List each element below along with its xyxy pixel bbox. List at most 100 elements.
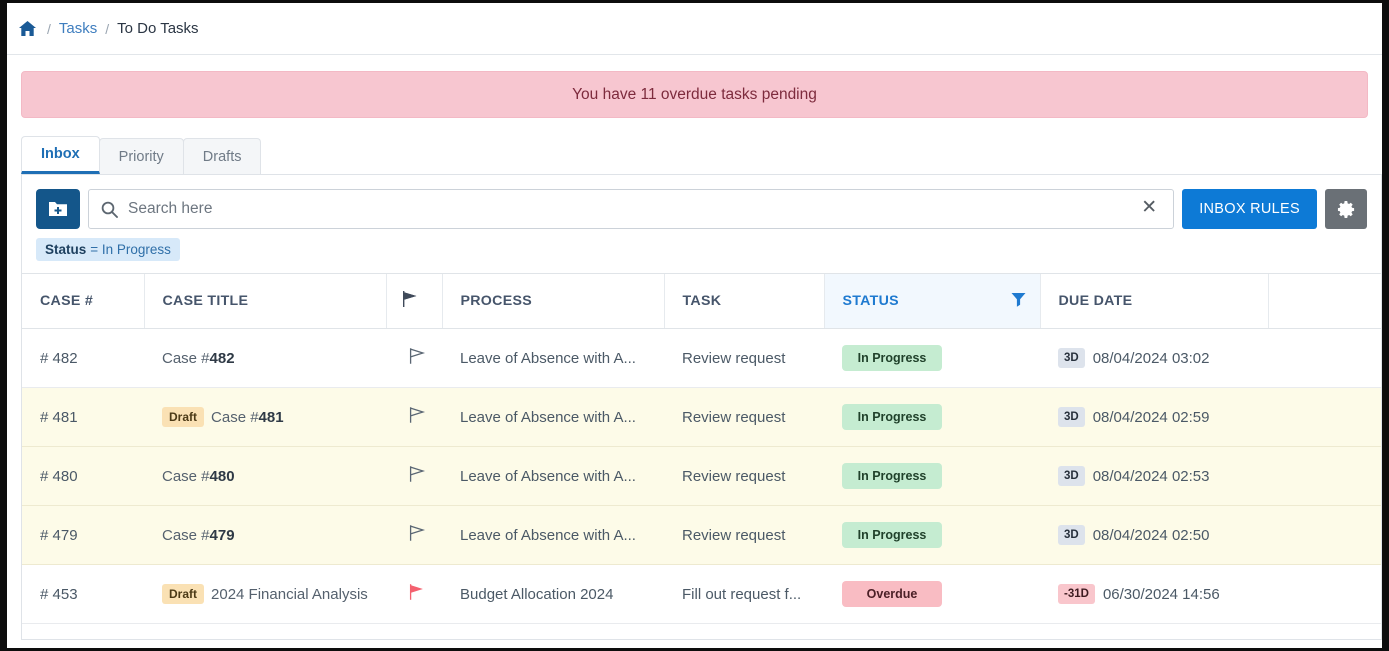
- status-badge: In Progress: [842, 463, 942, 489]
- flag-filled-icon[interactable]: [408, 584, 427, 605]
- draft-badge: Draft: [162, 584, 205, 604]
- table-row[interactable]: # 451Draft2024 Financial Analysis Budget …: [22, 623, 1381, 639]
- cell-status: Overdue: [824, 564, 1040, 624]
- due-date-text: 08/04/2024 03:02: [1092, 350, 1210, 367]
- overdue-alert-banner: You have 11 overdue tasks pending: [21, 71, 1368, 118]
- cell-due-date: 3D 08/04/2024 02:53: [1040, 446, 1268, 506]
- status-badge: In Progress: [842, 404, 942, 430]
- folder-plus-icon[interactable]: [36, 189, 80, 229]
- cell-case-num: # 480: [22, 446, 144, 506]
- cell-case-title: Draft2024 Financial Analysis: [144, 623, 386, 639]
- flag-outline-icon[interactable]: [408, 348, 427, 369]
- column-header-flag[interactable]: [385, 273, 442, 329]
- page-content: / Tasks / To Do Tasks You have 11 overdu…: [7, 3, 1382, 648]
- tab-priority-label: Priority: [118, 148, 164, 165]
- column-header-status-label: STATUS: [842, 293, 899, 309]
- due-date-text: 06/30/2024 14:56: [1102, 586, 1220, 603]
- column-header-due-date[interactable]: DUE DATE: [1039, 273, 1268, 329]
- days-remaining-badge: 3D: [1058, 525, 1085, 545]
- cell-case-num: # 482: [22, 328, 144, 388]
- tab-inbox-label: Inbox: [41, 146, 80, 162]
- table-row[interactable]: # 481 Draft Case #481 Leave of Absence with…: [22, 387, 1381, 447]
- active-filters: Status = In Progress: [22, 229, 1381, 261]
- column-header-case-num[interactable]: CASE #: [22, 273, 144, 329]
- cell-flag[interactable]: [386, 505, 442, 565]
- flag-outline-icon[interactable]: [408, 407, 427, 428]
- filter-chip-field: Status: [45, 242, 87, 257]
- column-header-actions: [1267, 273, 1381, 329]
- home-icon[interactable]: [19, 21, 36, 36]
- search-input[interactable]: [128, 200, 1138, 218]
- cell-case-title: Draft Case #481: [144, 387, 386, 447]
- cell-flag[interactable]: [386, 446, 442, 506]
- cell-task: Review request: [664, 387, 824, 447]
- table-row[interactable]: # 479 Case #479 Leave of Absence with A...…: [22, 505, 1381, 565]
- cell-task: Review request: [664, 328, 824, 388]
- table-row[interactable]: # 480 Case #480 Leave of Absence with A...…: [22, 446, 1381, 506]
- table-row[interactable]: # 453 Draft 2024 Financial Analysis Budget …: [22, 564, 1381, 624]
- cell-due-date: -31D06/30/2024 14:55: [1040, 623, 1268, 639]
- cell-case-num: # 481: [22, 387, 144, 447]
- flag-icon: [401, 291, 420, 312]
- cell-case-title: Case #480: [144, 446, 386, 506]
- tab-inbox[interactable]: Inbox: [21, 136, 100, 174]
- cell-case-num: # 453: [22, 564, 144, 624]
- table-header-row: CASE # CASE TITLE PROCESS TASK STATUS DU…: [22, 273, 1381, 329]
- app-window: / Tasks / To Do Tasks You have 11 overdu…: [0, 0, 1389, 651]
- cell-case-title: Case #482: [144, 328, 386, 388]
- tab-drafts[interactable]: Drafts: [182, 138, 262, 174]
- cell-case-title: Case #479: [144, 505, 386, 565]
- due-date-text: 08/04/2024 02:53: [1092, 468, 1210, 485]
- cell-status: In Progress: [824, 328, 1040, 388]
- cell-process: Leave of Absence with A...: [442, 446, 664, 506]
- cell-actions[interactable]: [1268, 328, 1381, 388]
- cell-actions[interactable]: [1268, 623, 1381, 639]
- cell-due-date: 3D 08/04/2024 02:50: [1040, 505, 1268, 565]
- flag-outline-icon[interactable]: [408, 466, 427, 487]
- cell-actions[interactable]: [1268, 446, 1381, 506]
- cell-actions[interactable]: [1268, 505, 1381, 565]
- inbox-rules-button[interactable]: INBOX RULES: [1182, 189, 1317, 229]
- cell-actions[interactable]: [1268, 564, 1381, 624]
- close-icon[interactable]: ✕: [1137, 198, 1161, 220]
- tab-drafts-label: Drafts: [202, 148, 242, 165]
- cell-due-date: 3D 08/04/2024 03:02: [1040, 328, 1268, 388]
- column-header-task[interactable]: TASK: [663, 273, 824, 329]
- column-header-process[interactable]: PROCESS: [441, 273, 664, 329]
- cell-task: Review request: [664, 505, 824, 565]
- cell-actions[interactable]: [1268, 387, 1381, 447]
- days-remaining-badge: 3D: [1058, 466, 1085, 486]
- search-box[interactable]: ✕: [88, 189, 1175, 229]
- table-header: CASE # CASE TITLE PROCESS TASK STATUS DU…: [22, 273, 1381, 329]
- draft-badge: Draft: [162, 407, 205, 427]
- filter-chip-status[interactable]: Status = In Progress: [36, 238, 180, 261]
- inbox-panel: ✕ INBOX RULES Status = In Progress: [21, 174, 1382, 640]
- search-icon: [101, 201, 118, 218]
- column-header-case-title[interactable]: CASE TITLE: [143, 273, 386, 329]
- cell-flag[interactable]: [386, 623, 442, 639]
- cell-process: Leave of Absence with A...: [442, 505, 664, 565]
- cell-process: Leave of Absence with A...: [442, 328, 664, 388]
- filter-funnel-icon[interactable]: [1011, 292, 1026, 311]
- gear-icon[interactable]: [1325, 189, 1367, 229]
- due-date-text: 08/04/2024 02:50: [1092, 527, 1210, 544]
- flag-outline-icon[interactable]: [408, 525, 427, 546]
- tasks-table-container: CASE # CASE TITLE PROCESS TASK STATUS DU…: [22, 273, 1381, 639]
- table-row[interactable]: # 482 Case #482 Leave of Absence with A...…: [22, 328, 1381, 388]
- toolbar: ✕ INBOX RULES: [22, 175, 1381, 229]
- cell-status: In Progress: [824, 387, 1040, 447]
- column-header-status[interactable]: STATUS: [823, 273, 1040, 329]
- cell-flag[interactable]: [386, 387, 442, 447]
- alert-container: You have 11 overdue tasks pending: [7, 55, 1382, 118]
- status-badge: In Progress: [842, 522, 942, 548]
- filter-chip-value: = In Progress: [90, 242, 171, 257]
- cell-flag[interactable]: [386, 564, 442, 624]
- breadcrumb: / Tasks / To Do Tasks: [7, 3, 1382, 55]
- breadcrumb-current: To Do Tasks: [117, 20, 199, 37]
- cell-flag[interactable]: [386, 328, 442, 388]
- tab-priority[interactable]: Priority: [98, 138, 184, 174]
- tasks-table: CASE # CASE TITLE PROCESS TASK STATUS DU…: [22, 273, 1381, 639]
- days-remaining-badge: 3D: [1058, 348, 1085, 368]
- days-remaining-badge: -31D: [1058, 584, 1095, 604]
- breadcrumb-link-tasks[interactable]: Tasks: [59, 20, 97, 37]
